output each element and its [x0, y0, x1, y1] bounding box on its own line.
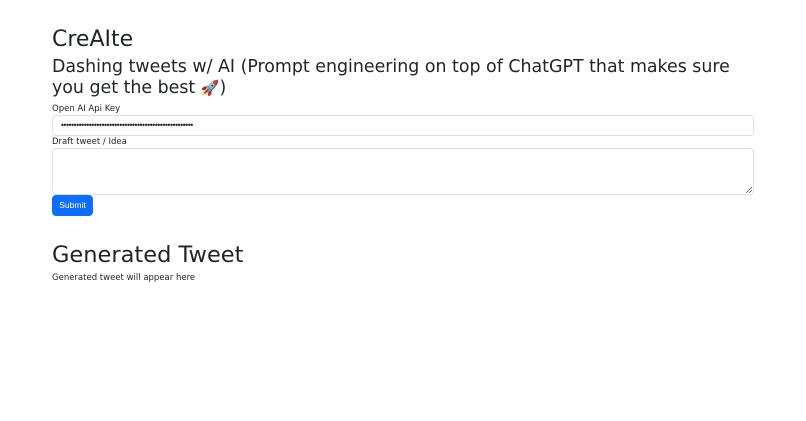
- subtitle-text: Dashing tweets w/ AI (Prompt engineering…: [52, 57, 730, 98]
- draft-tweet-label: Draft tweet / Idea: [52, 137, 127, 147]
- api-key-masked-value: ••••••••••••••••••••••••••••••••••••••••…: [60, 121, 194, 130]
- resize-grip-icon[interactable]: [746, 187, 752, 193]
- subtitle-close: ): [219, 78, 227, 98]
- app-title: CreAIte: [52, 27, 134, 52]
- api-key-input[interactable]: ••••••••••••••••••••••••••••••••••••••••…: [52, 115, 754, 136]
- generated-tweet-text: Generated tweet will appear here: [52, 273, 196, 283]
- app-subtitle: Dashing tweets w/ AI (Prompt engineering…: [52, 57, 754, 99]
- draft-tweet-textarea[interactable]: [52, 148, 754, 195]
- api-key-label: Open AI Api Key: [52, 104, 121, 114]
- rocket-icon: 🚀: [200, 79, 220, 97]
- generated-tweet-heading: Generated Tweet: [52, 242, 244, 268]
- submit-button[interactable]: Submit: [52, 195, 93, 216]
